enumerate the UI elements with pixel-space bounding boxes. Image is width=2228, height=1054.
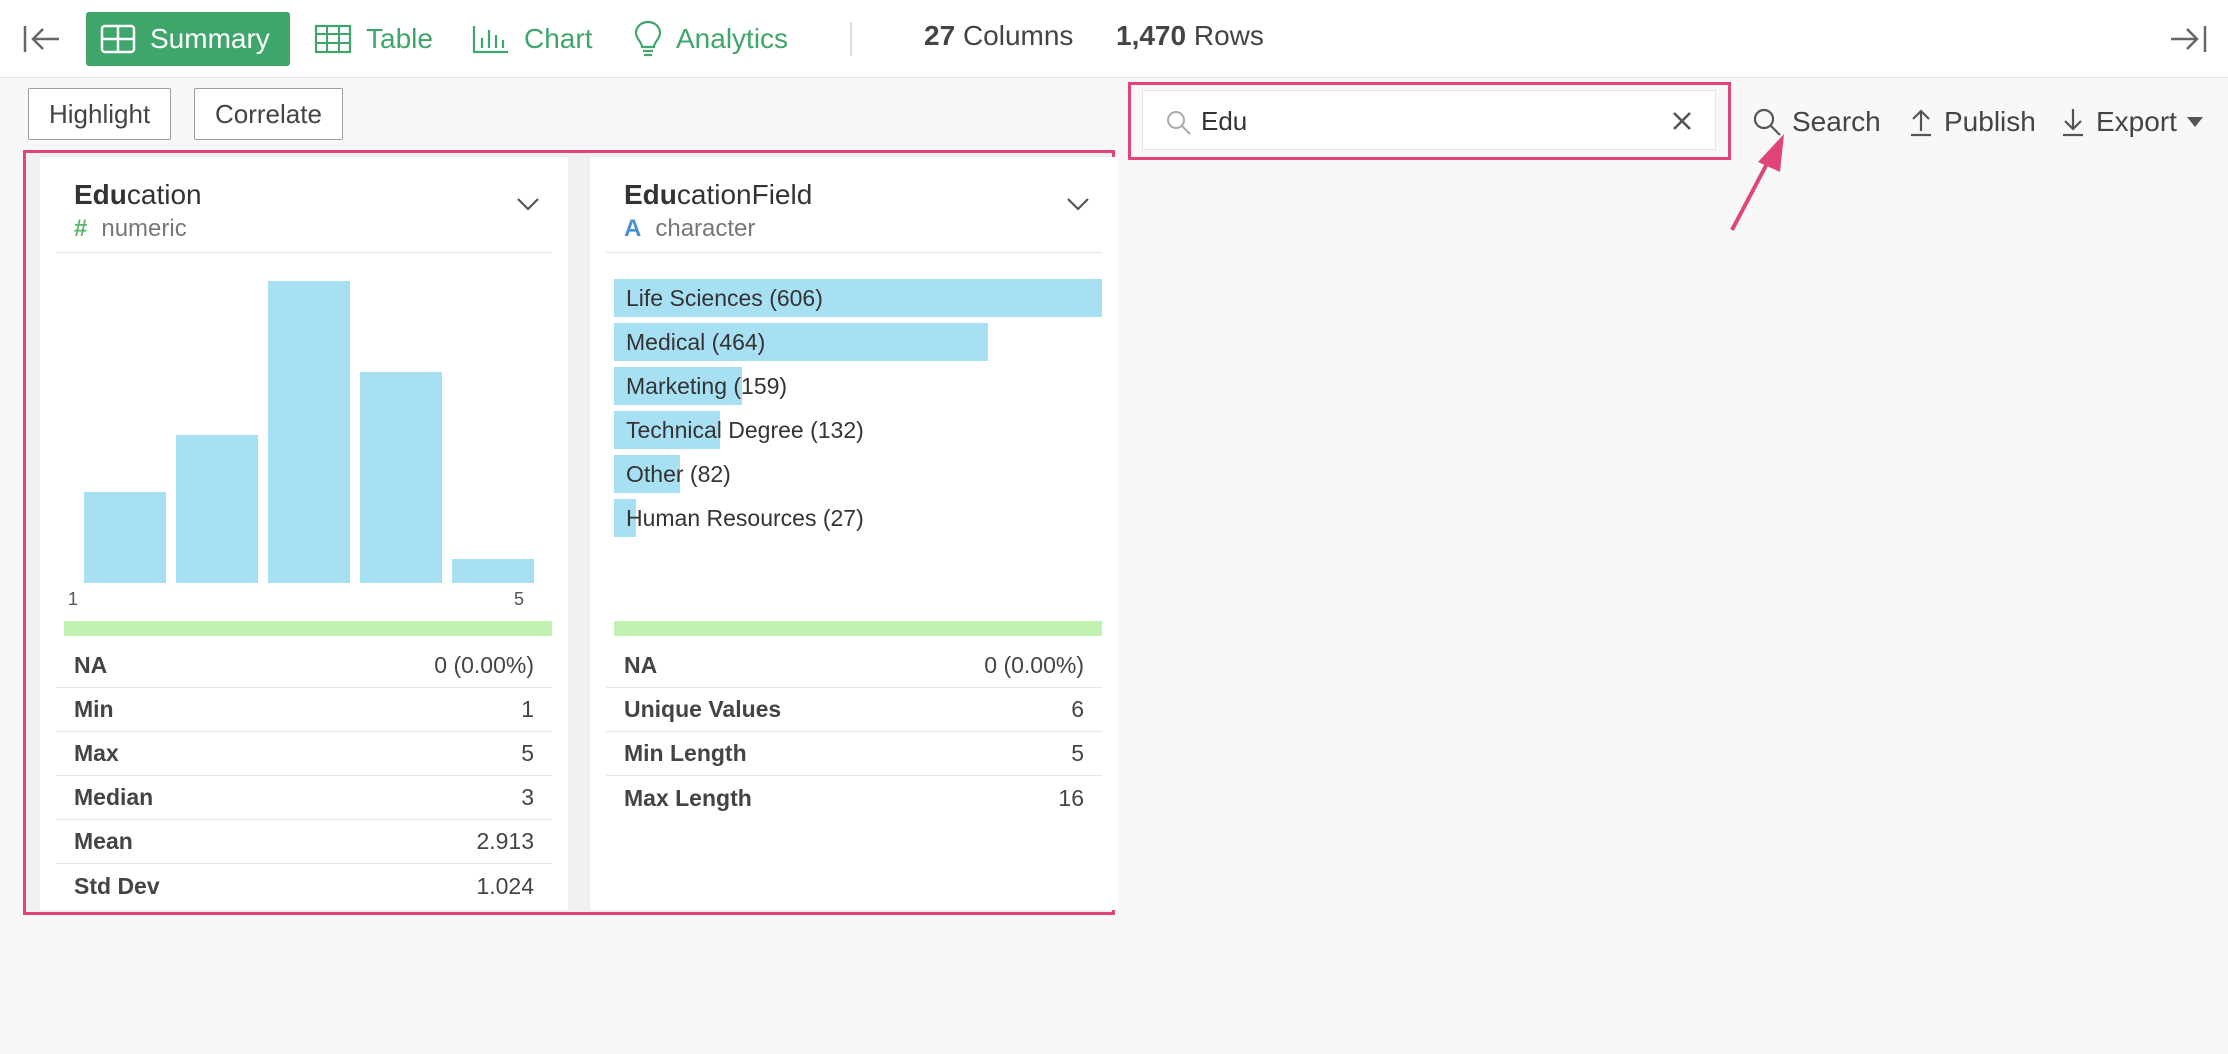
- collapse-right-icon[interactable]: [2166, 20, 2210, 58]
- category-label: Marketing (159): [626, 373, 788, 399]
- stat-value: 5: [521, 740, 534, 766]
- search-button-label: Search: [1792, 106, 1881, 137]
- histogram-bar[interactable]: [452, 559, 534, 583]
- category-bar-list: Life Sciences (606) Medical (464) Marketin…: [590, 157, 1118, 617]
- histogram-bar[interactable]: [360, 372, 442, 583]
- category-label: Human Resources (27): [626, 505, 864, 531]
- rows-count: 1,470 Rows: [1116, 20, 1264, 52]
- search-icon: [1167, 111, 1191, 135]
- export-button[interactable]: Export: [2060, 102, 2213, 142]
- stats-table: NA 0 (0.00%) Min 1 Max 5 Median 3 Mean 2.913 Std D…: [56, 644, 552, 908]
- tab-analytics[interactable]: Analytics: [620, 12, 802, 66]
- category-label: Other (82): [626, 461, 731, 487]
- tab-summary-label: Summary: [150, 23, 270, 54]
- highlight-button[interactable]: Highlight: [28, 88, 172, 140]
- tab-chart-label: Chart: [524, 23, 593, 54]
- stat-label: Unique Values: [624, 696, 782, 722]
- stat-row: Min 1: [56, 688, 552, 732]
- column-search-box: [1142, 90, 1716, 150]
- stat-label: NA: [74, 652, 108, 678]
- column-card-education: Education # numeric 1 5 NA 0 (0.00%) Min 1 M…: [40, 157, 568, 910]
- stat-label: Std Dev: [74, 872, 160, 899]
- histogram-bar[interactable]: [176, 435, 258, 583]
- stat-label: Min Length: [624, 740, 747, 766]
- stat-label: NA: [624, 652, 658, 678]
- category-row[interactable]: Medical (464): [614, 323, 1102, 361]
- stat-label: Mean: [74, 828, 133, 854]
- columns-count-label: Columns: [962, 20, 1074, 51]
- histogram-bar[interactable]: [84, 492, 166, 583]
- column-cards-highlight: Education # numeric 1 5 NA 0 (0.00%) Min 1 M…: [23, 150, 1118, 915]
- stat-value: 6: [1071, 696, 1084, 722]
- histogram-min-tick: 1: [68, 589, 79, 609]
- columns-count-value: 27: [924, 20, 956, 51]
- stat-value: 0 (0.00%): [434, 652, 534, 678]
- stat-row: Median 3: [56, 776, 552, 820]
- annotation-arrow: [1730, 134, 1784, 231]
- stat-label: Min: [74, 696, 114, 722]
- stat-row: Max 5: [56, 732, 552, 776]
- columns-count: 27 Columns: [924, 20, 1073, 52]
- stat-label: Max: [74, 740, 119, 766]
- download-icon: [2063, 109, 2083, 137]
- top-toolbar: Summary Table Chart Analytics 27 Columns…: [0, 0, 2228, 78]
- grid-icon: [100, 24, 136, 54]
- clear-search-icon[interactable]: [1671, 110, 1693, 132]
- category-row[interactable]: Marketing (159): [614, 367, 1102, 405]
- category-label: Technical Degree (132): [626, 417, 864, 443]
- na-indicator-bar: [614, 621, 1102, 636]
- toolbar-divider: [850, 22, 852, 56]
- stat-row: NA 0 (0.00%): [56, 644, 552, 688]
- correlate-button[interactable]: Correlate: [194, 88, 343, 140]
- publish-button-label: Publish: [1944, 106, 2036, 137]
- lightbulb-icon: [634, 20, 662, 57]
- publish-button[interactable]: Publish: [1908, 102, 2036, 142]
- stat-value: 1: [521, 696, 534, 722]
- stat-value: 2.913: [476, 828, 534, 854]
- rows-count-label: Rows: [1193, 20, 1264, 51]
- stat-row: Std Dev 1.024: [56, 864, 552, 908]
- stat-label: Max Length: [624, 784, 752, 811]
- stat-row: Unique Values 6: [606, 688, 1102, 732]
- tab-analytics-label: Analytics: [676, 23, 789, 54]
- caret-down-icon: [2186, 117, 2203, 127]
- correlate-button-label: Correlate: [215, 98, 322, 129]
- export-button-label: Export: [2096, 106, 2177, 137]
- column-card-educationfield: EducationField A character Life Sciences…: [590, 157, 1118, 910]
- table-icon: [314, 24, 352, 54]
- stat-value: 3: [521, 784, 534, 810]
- stat-value: 16: [1058, 784, 1084, 811]
- highlight-button-label: Highlight: [49, 98, 151, 129]
- histogram[interactable]: [40, 157, 568, 617]
- stat-row: Min Length 5: [606, 732, 1102, 776]
- stat-row: NA 0 (0.00%): [606, 644, 1102, 688]
- stat-value: 1.024: [476, 872, 534, 899]
- stat-row: Mean 2.913: [56, 820, 552, 864]
- stat-value: 5: [1071, 740, 1084, 766]
- histogram-bar[interactable]: [268, 281, 350, 583]
- tab-summary[interactable]: Summary: [86, 12, 290, 66]
- category-row[interactable]: Human Resources (27): [614, 499, 1102, 537]
- category-label: Life Sciences (606): [626, 285, 823, 311]
- na-indicator-bar: [64, 621, 552, 636]
- rows-count-value: 1,470: [1116, 20, 1187, 51]
- tab-chart[interactable]: Chart: [458, 12, 606, 66]
- category-row[interactable]: Life Sciences (606): [614, 279, 1102, 317]
- bar-chart-icon: [472, 26, 508, 54]
- category-label: Medical (464): [626, 329, 766, 355]
- collapse-left-icon[interactable]: [20, 20, 64, 58]
- upload-icon: [1911, 109, 1931, 137]
- tab-table-label: Table: [366, 23, 433, 54]
- category-row[interactable]: Technical Degree (132): [614, 411, 1102, 449]
- stat-label: Median: [74, 784, 154, 810]
- category-row[interactable]: Other (82): [614, 455, 1102, 493]
- stats-table: NA 0 (0.00%) Unique Values 6 Min Length 5 Max …: [606, 644, 1102, 820]
- histogram-max-tick: 5: [514, 589, 525, 609]
- stat-row: Max Length 16: [606, 776, 1102, 820]
- tab-table[interactable]: Table: [300, 12, 447, 66]
- search-input[interactable]: [1199, 99, 1629, 143]
- stat-value: 0 (0.00%): [984, 652, 1084, 678]
